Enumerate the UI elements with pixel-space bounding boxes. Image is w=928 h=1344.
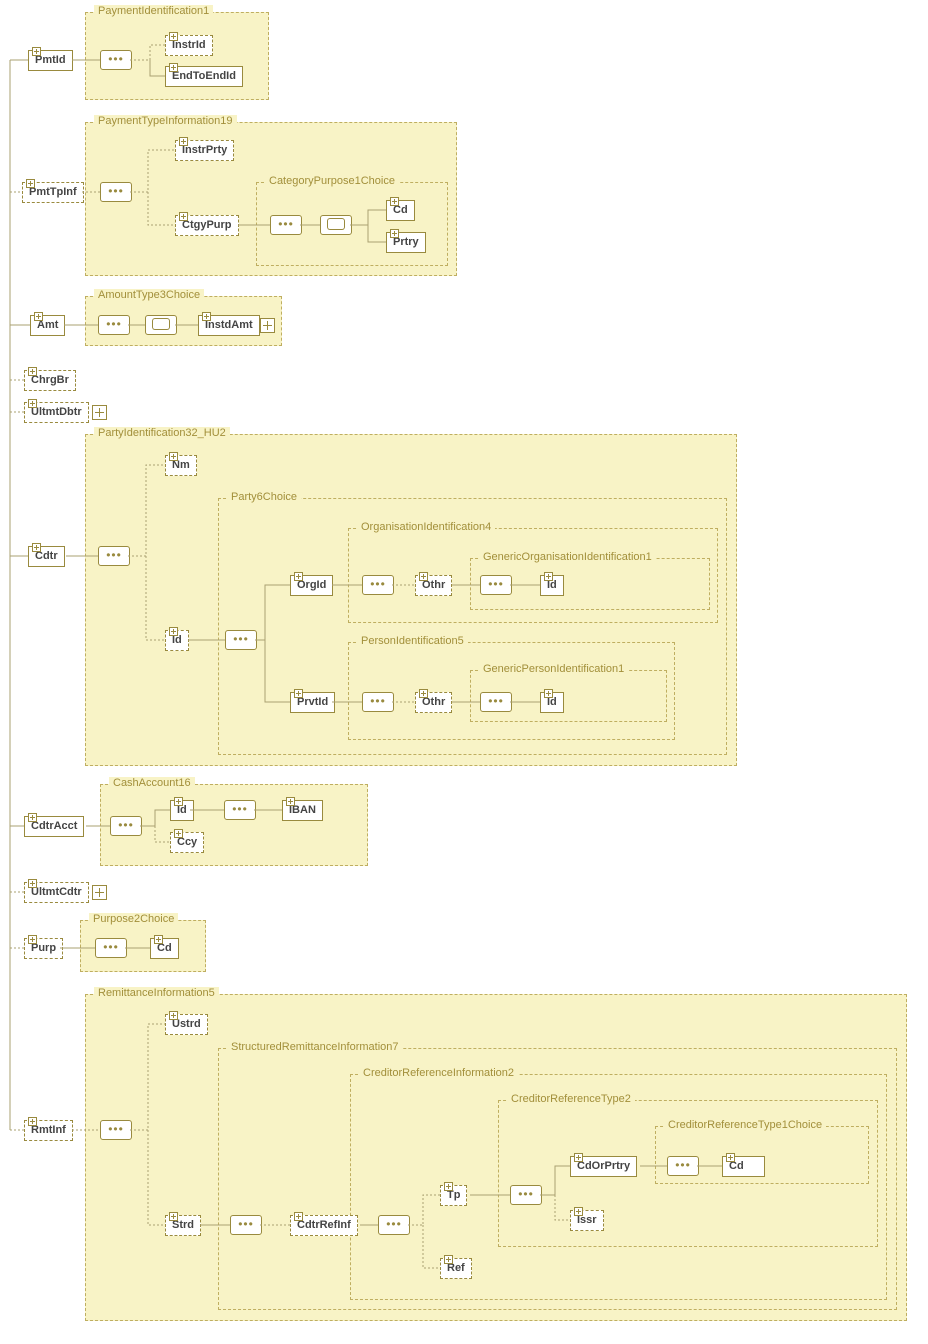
node-purp[interactable]: Purp: [24, 938, 63, 959]
expand-icon[interactable]: [92, 885, 107, 900]
text-icon: [34, 312, 43, 321]
node-cd-or-prtry[interactable]: CdOrPrtry: [570, 1156, 637, 1177]
node-cdtr-ref-inf[interactable]: CdtrRefInf: [290, 1215, 358, 1236]
text-icon: [154, 935, 163, 944]
text-icon: [169, 1212, 178, 1221]
node-prtry[interactable]: Prtry: [386, 232, 426, 253]
node-id[interactable]: Id: [165, 630, 189, 651]
node-pmt-id[interactable]: PmtId: [28, 50, 73, 71]
sequence-icon: [110, 816, 142, 836]
text-icon: [26, 179, 35, 188]
text-icon: [28, 1117, 37, 1126]
text-icon: [28, 935, 37, 944]
node-id-prvt[interactable]: Id: [540, 692, 564, 713]
sequence-icon: [95, 938, 127, 958]
text-icon: [169, 1011, 178, 1020]
node-othr-prvt[interactable]: Othr: [415, 692, 452, 713]
text-icon: [179, 212, 188, 221]
node-instr-prty[interactable]: InstrPrty: [175, 140, 234, 161]
sequence-icon: [362, 692, 394, 712]
sequence-icon: [224, 800, 256, 820]
text-icon: [419, 689, 428, 698]
text-icon: [28, 399, 37, 408]
text-icon: [574, 1207, 583, 1216]
sequence-icon: [270, 215, 302, 235]
text-icon: [294, 689, 303, 698]
node-othr-org[interactable]: Othr: [415, 575, 452, 596]
sequence-icon: [362, 575, 394, 595]
node-rmt-inf[interactable]: RmtInf: [24, 1120, 73, 1141]
text-icon: [390, 197, 399, 206]
node-ustrd[interactable]: Ustrd: [165, 1014, 208, 1035]
text-icon: [294, 1212, 303, 1221]
text-icon: [174, 797, 183, 806]
sequence-icon: [230, 1215, 262, 1235]
node-amt[interactable]: Amt: [30, 315, 65, 336]
node-purp-cd[interactable]: Cd: [150, 938, 179, 959]
text-icon: [32, 543, 41, 552]
text-icon: [544, 572, 553, 581]
text-icon: [444, 1255, 453, 1264]
text-icon: [294, 572, 303, 581]
text-icon: [169, 32, 178, 41]
sequence-icon: [100, 182, 132, 202]
text-icon: [390, 229, 399, 238]
text-icon: [169, 627, 178, 636]
schema-diagram: PaymentIdentification1 PaymentTypeInform…: [0, 0, 928, 1344]
node-ccy[interactable]: Ccy: [170, 832, 204, 853]
text-icon: [574, 1153, 583, 1162]
text-icon: [179, 137, 188, 146]
text-icon: [28, 367, 37, 376]
text-icon: [726, 1153, 735, 1162]
node-issr[interactable]: Issr: [570, 1210, 604, 1231]
node-nm[interactable]: Nm: [165, 455, 197, 476]
text-icon: [419, 572, 428, 581]
node-ultmt-dbtr[interactable]: UltmtDbtr: [24, 402, 89, 423]
sequence-icon: [98, 546, 130, 566]
node-ctgy-purp[interactable]: CtgyPurp: [175, 215, 239, 236]
text-icon: [28, 879, 37, 888]
node-id-org[interactable]: Id: [540, 575, 564, 596]
node-ref[interactable]: Ref: [440, 1258, 472, 1279]
choice-icon: [145, 315, 177, 335]
sequence-icon: [378, 1215, 410, 1235]
text-icon: [174, 829, 183, 838]
sequence-icon: [225, 630, 257, 650]
text-icon: [444, 1182, 453, 1191]
node-ultmt-cdtr[interactable]: UltmtCdtr: [24, 882, 89, 903]
text-icon: [286, 797, 295, 806]
expand-icon[interactable]: [260, 318, 275, 333]
expand-icon[interactable]: [92, 405, 107, 420]
node-instr-id[interactable]: InstrId: [165, 35, 213, 56]
text-icon: [32, 47, 41, 56]
text-icon: [544, 689, 553, 698]
text-icon: [202, 312, 211, 321]
node-instd-amt[interactable]: InstdAmt: [198, 315, 260, 336]
node-end-to-end-id[interactable]: EndToEndId: [165, 66, 243, 87]
node-chrg-br[interactable]: ChrgBr: [24, 370, 76, 391]
node-strd[interactable]: Strd: [165, 1215, 201, 1236]
text-icon: [28, 813, 37, 822]
node-cdtr-acct[interactable]: CdtrAcct: [24, 816, 84, 837]
sequence-icon: [480, 692, 512, 712]
node-cdtr[interactable]: Cdtr: [28, 546, 65, 567]
sequence-icon: [100, 50, 132, 70]
node-cdtr-acct-id[interactable]: Id: [170, 800, 194, 821]
sequence-icon: [480, 575, 512, 595]
text-icon: [169, 452, 178, 461]
choice-icon: [320, 215, 352, 235]
text-icon: [169, 63, 178, 72]
node-org-id[interactable]: OrgId: [290, 575, 333, 596]
sequence-icon: [100, 1120, 132, 1140]
node-iban[interactable]: IBAN: [282, 800, 323, 821]
sequence-icon: [510, 1185, 542, 1205]
sequence-icon: [98, 315, 130, 335]
sequence-icon: [667, 1156, 699, 1176]
node-pmt-tp-inf[interactable]: PmtTpInf: [22, 182, 84, 203]
node-tp[interactable]: Tp: [440, 1185, 467, 1206]
node-prvt-id[interactable]: PrvtId: [290, 692, 335, 713]
node-cd2[interactable]: Cd: [722, 1156, 765, 1177]
node-cd[interactable]: Cd: [386, 200, 415, 221]
